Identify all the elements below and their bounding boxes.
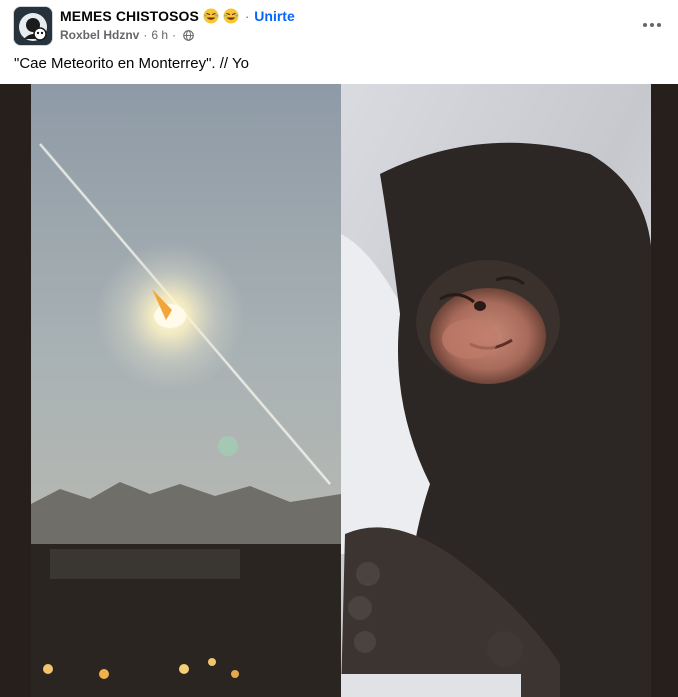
post-meta: Roxbel Hdznv · 6 h ·: [60, 28, 194, 42]
sleeping-monkey-photo: [341, 84, 653, 697]
meteor-sky-photo: [31, 84, 341, 697]
group-name[interactable]: MEMES CHISTOSOS: [60, 8, 199, 24]
post-header: MEMES CHISTOSOS · Unirte Roxbel Hdznv ·: [0, 0, 678, 50]
more-options-button[interactable]: [636, 10, 668, 38]
separator-dot: ·: [244, 8, 250, 24]
globe-icon[interactable]: [183, 29, 194, 41]
separator-dot: ·: [172, 28, 177, 42]
post-image[interactable]: [0, 84, 678, 697]
more-options-icon: [642, 15, 662, 33]
join-group-link[interactable]: Unirte: [254, 8, 294, 24]
rolling-on-floor-laughing-emoji-icon: [203, 8, 219, 24]
separator-dot: ·: [143, 28, 148, 42]
post-caption: "Cae Meteorito en Monterrey". // Yo: [14, 55, 249, 72]
rolling-on-floor-laughing-emoji-icon: [223, 8, 239, 24]
title-row: MEMES CHISTOSOS · Unirte: [60, 7, 295, 25]
post-time[interactable]: 6 h: [151, 28, 168, 42]
author-name[interactable]: Roxbel Hdznv: [60, 28, 139, 42]
group-avatar[interactable]: [13, 6, 53, 46]
